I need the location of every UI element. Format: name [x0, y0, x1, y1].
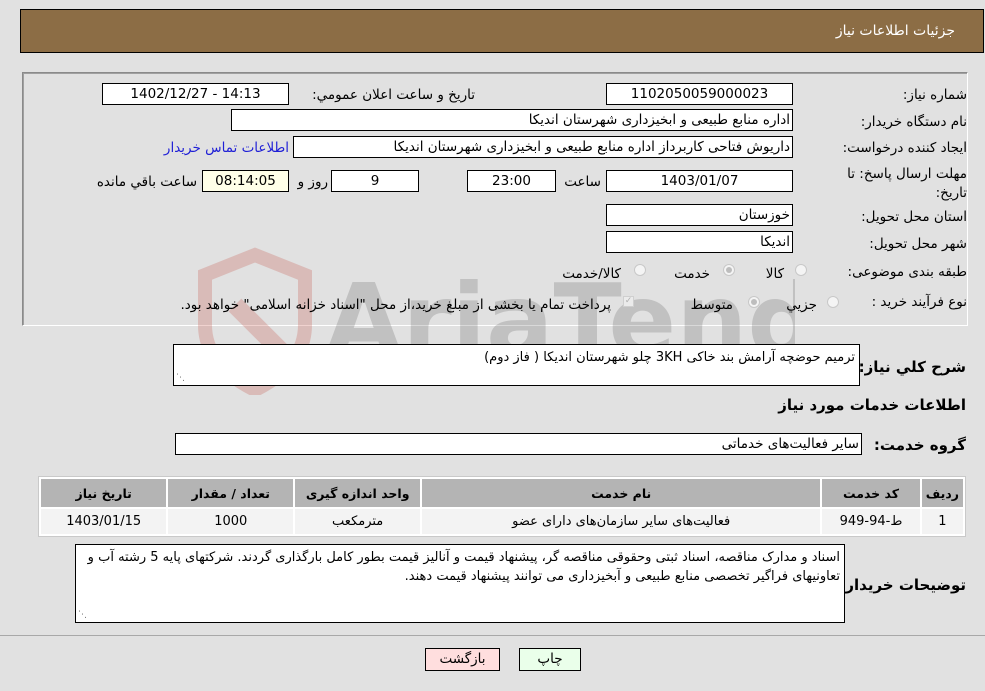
resize-grip-icon[interactable]: ⋰: [176, 374, 185, 383]
buyer-notes-textarea[interactable]: اسناد و مدارک مناقصه، اسناد ثبتی وحقوقی …: [75, 544, 845, 623]
category-option-goods-service: کالا/خدمت: [562, 266, 621, 282]
cell-row-number: 1: [921, 509, 963, 534]
need-number-label: شماره نیاز:: [902, 87, 967, 103]
treasury-checkbox[interactable]: ✓: [623, 296, 634, 307]
announce-datetime-field: 1402/12/27 - 14:13: [102, 83, 289, 105]
service-group-label: گروه خدمت:: [873, 436, 966, 454]
col-row-number: ردیف: [921, 479, 963, 507]
col-service-code: کد خدمت: [822, 479, 920, 507]
col-service-name: نام خدمت: [422, 479, 821, 507]
deadline-label: مهلت ارسال پاسخ: تا تاریخ:: [847, 166, 967, 201]
province-label: استان محل تحویل:: [861, 209, 967, 225]
services-section-title: اطلاعات خدمات مورد نیاز: [778, 396, 966, 414]
requester-field: داریوش فتاحی کاربرداز اداره منابع طبیعی …: [293, 136, 793, 158]
service-group-field: سایر فعالیت‌های خدماتی: [175, 433, 862, 455]
col-quantity: تعداد / مقدار: [168, 479, 294, 507]
description-textarea[interactable]: ترمیم حوضچه آرامش بند خاکی 3KH چلو شهرست…: [173, 344, 860, 386]
resize-grip-icon[interactable]: ⋰: [78, 611, 87, 620]
treasury-note: پرداخت تمام یا بخشی از مبلغ خرید،از محل …: [180, 297, 611, 313]
category-option-goods: کالا: [765, 266, 784, 282]
footer-divider: [0, 635, 985, 636]
category-label: طبقه بندی موضوعی:: [847, 264, 967, 280]
cell-service-code: ط-94-949: [822, 509, 920, 534]
deadline-date-field: 1403/01/07: [606, 170, 793, 192]
cell-need-date: 1403/01/15: [41, 509, 167, 534]
province-field: خوزستان: [606, 204, 793, 226]
page-title: جزئیات اطلاعات نیاز: [835, 23, 955, 39]
cell-unit: مترمکعب: [295, 509, 421, 534]
table-row: 1 ط-94-949 فعالیت‌های سایر سازمان‌های دا…: [41, 509, 963, 534]
col-need-date: تاریخ نیاز: [41, 479, 167, 507]
description-label: شرح کلي نیاز:: [858, 358, 966, 376]
purchase-option-small: جزیي: [786, 297, 817, 313]
description-text: ترمیم حوضچه آرامش بند خاکی 3KH چلو شهرست…: [484, 350, 855, 365]
category-radio-service[interactable]: [723, 264, 735, 276]
category-option-service: خدمت: [674, 266, 710, 282]
buyer-contact-link[interactable]: اطلاعات تماس خریدار: [164, 140, 289, 156]
buyer-org-field: اداره منابع طبیعی و ابخیزداری شهرستان ان…: [231, 109, 793, 131]
services-table: ردیف کد خدمت نام خدمت واحد اندازه گیری ت…: [38, 476, 966, 537]
purchase-type-label: نوع فرآیند خرید :: [871, 294, 967, 310]
deadline-time-label: ساعت: [564, 174, 601, 190]
announce-datetime-label: تاریخ و ساعت اعلان عمومي:: [312, 87, 475, 103]
purchase-radio-small[interactable]: [827, 296, 839, 308]
city-label: شهر محل تحویل:: [869, 236, 967, 252]
cell-quantity: 1000: [168, 509, 294, 534]
back-button[interactable]: بازگشت: [425, 648, 500, 671]
buyer-org-label: نام دستگاه خریدار:: [860, 114, 967, 130]
table-header-row: ردیف کد خدمت نام خدمت واحد اندازه گیری ت…: [41, 479, 963, 507]
requester-label: ایجاد کننده درخواست:: [842, 140, 967, 156]
print-button[interactable]: چاپ: [519, 648, 581, 671]
buyer-notes-label: توضیحات خریدار:: [839, 576, 966, 594]
category-radio-goods-service[interactable]: [634, 264, 646, 276]
days-label: روز و: [297, 174, 328, 190]
buyer-notes-text: اسناد و مدارک مناقصه، اسناد ثبتی وحقوقی …: [87, 550, 840, 584]
city-field: اندیکا: [606, 231, 793, 253]
cell-service-name: فعالیت‌های سایر سازمان‌های دارای عضو: [422, 509, 821, 534]
category-radio-goods[interactable]: [795, 264, 807, 276]
col-unit: واحد اندازه گیری: [295, 479, 421, 507]
remaining-days-field: 9: [331, 170, 419, 192]
purchase-radio-medium[interactable]: [748, 296, 760, 308]
need-number-field: 1102050059000023: [606, 83, 793, 105]
remaining-time-label: ساعت باقي مانده: [96, 174, 197, 190]
page-header: جزئیات اطلاعات نیاز: [20, 9, 984, 53]
purchase-option-medium: متوسط: [690, 297, 733, 313]
deadline-time-field: 23:00: [467, 170, 556, 192]
remaining-time-field: 08:14:05: [202, 170, 289, 192]
